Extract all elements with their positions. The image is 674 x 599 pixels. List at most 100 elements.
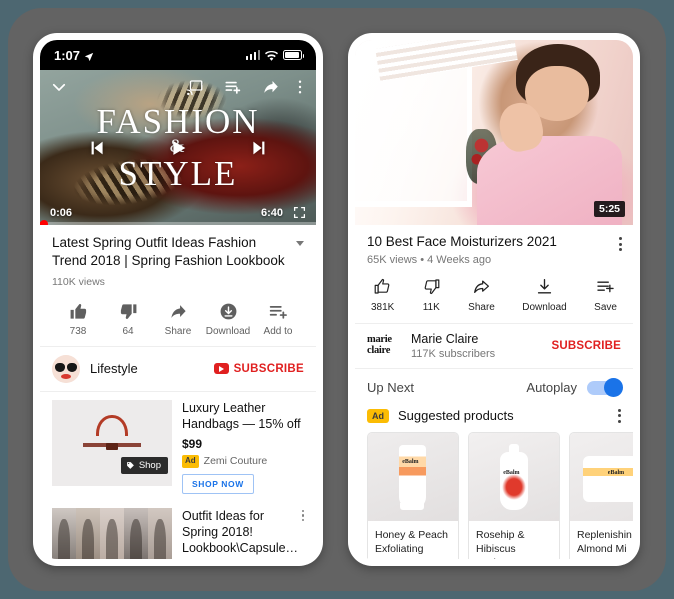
subscribe-button[interactable]: SUBSCRIBE [213, 363, 304, 375]
video-meta: Latest Spring Outfit Ideas Fashion Trend… [40, 225, 316, 292]
player-progress-handle[interactable] [40, 219, 48, 225]
product-handbag-image[interactable]: Shop [52, 399, 172, 486]
jar-illustration: eBalm [570, 433, 633, 521]
shop-now-button[interactable]: SHOP NOW [182, 473, 254, 494]
status-bar-left: 1:07 [54, 48, 94, 63]
product-card[interactable]: eBalm Replenishin Almond Mi $35.00 [569, 432, 633, 559]
skip-next-icon[interactable] [247, 137, 269, 159]
price-tag-icon [126, 461, 135, 470]
download-icon [535, 277, 554, 296]
video-title[interactable]: Latest Spring Outfit Ideas Fashion Trend… [52, 234, 304, 270]
phone-right-screen: 5:25 10 Best Face Moisturizers 2021 65K … [355, 40, 633, 559]
video-player[interactable]: FASHION & STYLE [40, 70, 316, 225]
share-icon [169, 302, 188, 321]
right-action-share[interactable]: Share [468, 277, 495, 313]
action-like[interactable]: 738 [54, 302, 102, 337]
channel-avatar-lifestyle[interactable] [52, 354, 80, 383]
suggested-products-carousel[interactable]: eBalm Honey & Peach Exfoliating Scr… $24… [355, 432, 633, 559]
face-moisturizer-video-thumbnail[interactable]: 5:25 [355, 40, 633, 225]
autoplay-label: Autoplay [526, 380, 577, 395]
cast-icon[interactable] [186, 78, 204, 96]
youtube-play-badge-icon [213, 363, 229, 375]
product-text: Rosehip & Hibiscus Facia… $24.99 [469, 521, 559, 559]
ad-price: $99 [182, 437, 203, 452]
product-facial-cleanser-image: eBalm [469, 433, 559, 521]
product-exfoliating-scrub-image: eBalm [368, 433, 458, 521]
player-progress-bar[interactable] [40, 219, 316, 225]
autoplay-control[interactable]: Autoplay [526, 377, 623, 397]
add-to-queue-icon[interactable] [224, 78, 242, 96]
hero-duration-badge: 5:25 [593, 201, 625, 217]
avatar-lips [61, 373, 71, 379]
phone-left: 1:07 FASHION & [33, 33, 323, 566]
skip-previous-icon[interactable] [87, 137, 109, 159]
marie-claire-logo: marie claire [367, 333, 401, 359]
more-vertical-icon[interactable] [618, 408, 621, 423]
bottle-illustration: eBalm [469, 433, 559, 521]
lookbook-illustration [52, 507, 172, 559]
ad-card[interactable]: Shop Luxury Leather Handbags — 15% off $… [40, 392, 316, 502]
lookbook-thumbnail-image[interactable]: SPRING 2018 Look 16:35 [52, 507, 172, 559]
action-dislike-label: 64 [122, 325, 134, 337]
right-action-dislike[interactable]: 11K [422, 277, 441, 313]
marie-claire-logo-line2: claire [367, 345, 391, 356]
right-action-download[interactable]: Download [522, 277, 567, 313]
chevron-down-icon[interactable] [50, 78, 68, 96]
share-icon[interactable] [262, 78, 280, 96]
action-add-to[interactable]: Add to [254, 302, 302, 337]
action-download-label: Download [205, 325, 251, 337]
cellular-signal-icon [245, 50, 260, 60]
screenshot-stage: 1:07 FASHION & [0, 0, 674, 599]
ad-badge: Ad [367, 408, 389, 423]
suggested-products-header: Ad Suggested products [355, 404, 633, 432]
right-action-download-label: Download [522, 302, 567, 313]
status-bar-time: 1:07 [54, 47, 81, 63]
right-action-bar: 381K 11K Share Download Save [355, 273, 633, 324]
heart-sunglasses-icon [55, 362, 77, 372]
phone-left-screen: 1:07 FASHION & [40, 40, 316, 559]
thumbs-up-icon [373, 277, 392, 296]
right-subscribe-button[interactable]: SUBSCRIBE [551, 340, 621, 352]
battery-icon [283, 50, 304, 60]
right-video-meta: 10 Best Face Moisturizers 2021 65K views… [355, 225, 633, 273]
product-text: Honey & Peach Exfoliating Scr… $24.99 [368, 521, 458, 559]
thumbs-up-icon [69, 302, 88, 321]
ad-info: Luxury Leather Handbags — 15% off $99 Ad… [182, 400, 304, 494]
fullscreen-icon[interactable] [293, 206, 306, 219]
product-brand-mark: eBalm [607, 469, 625, 476]
ad-attribution: Ad Zemi Couture [182, 455, 304, 468]
product-almond-milk-image: eBalm [570, 433, 633, 521]
status-bar: 1:07 [40, 40, 316, 70]
right-channel-name: Marie Claire [411, 332, 479, 346]
action-share[interactable]: Share [154, 302, 202, 337]
right-action-save[interactable]: Save [594, 277, 617, 313]
right-video-title[interactable]: 10 Best Face Moisturizers 2021 [367, 234, 621, 249]
action-download[interactable]: Download [204, 302, 252, 337]
video-action-bar: 738 64 Share Download Add to [40, 292, 316, 347]
product-name: Replenishin Almond Mi [577, 529, 632, 556]
more-vertical-icon[interactable] [619, 237, 622, 251]
action-dislike[interactable]: 64 [104, 302, 152, 337]
ad-brand: Zemi Couture [203, 455, 268, 468]
caret-down-icon[interactable] [296, 241, 304, 246]
channel-row[interactable]: Lifestyle SUBSCRIBE [40, 347, 316, 392]
product-brand-mark: eBalm [402, 459, 419, 466]
product-card[interactable]: eBalm Honey & Peach Exfoliating Scr… $24… [367, 432, 459, 559]
right-channel-row[interactable]: marie claire Marie Claire 117K subscribe… [355, 324, 633, 369]
right-action-like[interactable]: 381K [371, 277, 394, 313]
more-vertical-icon[interactable] [294, 78, 306, 96]
add-to-playlist-icon [269, 302, 288, 321]
hero-illustration [355, 40, 633, 225]
autoplay-toggle[interactable] [587, 377, 623, 397]
player-transport-controls [40, 137, 316, 159]
action-like-label: 738 [69, 325, 87, 337]
product-card[interactable]: eBalm Rosehip & Hibiscus Facia… $24.99 [468, 432, 560, 559]
right-video-meta-text: 65K views • 4 Weeks ago [367, 254, 492, 266]
download-icon [219, 302, 238, 321]
shop-chip[interactable]: Shop [120, 456, 168, 474]
player-bottom-bar: 0:06 6:40 [40, 206, 316, 219]
right-action-save-label: Save [594, 302, 617, 313]
suggested-video-row[interactable]: SPRING 2018 Look 16:35 Outfit Ideas for … [40, 502, 316, 559]
more-vertical-icon[interactable] [301, 509, 304, 522]
play-icon[interactable] [167, 137, 189, 159]
